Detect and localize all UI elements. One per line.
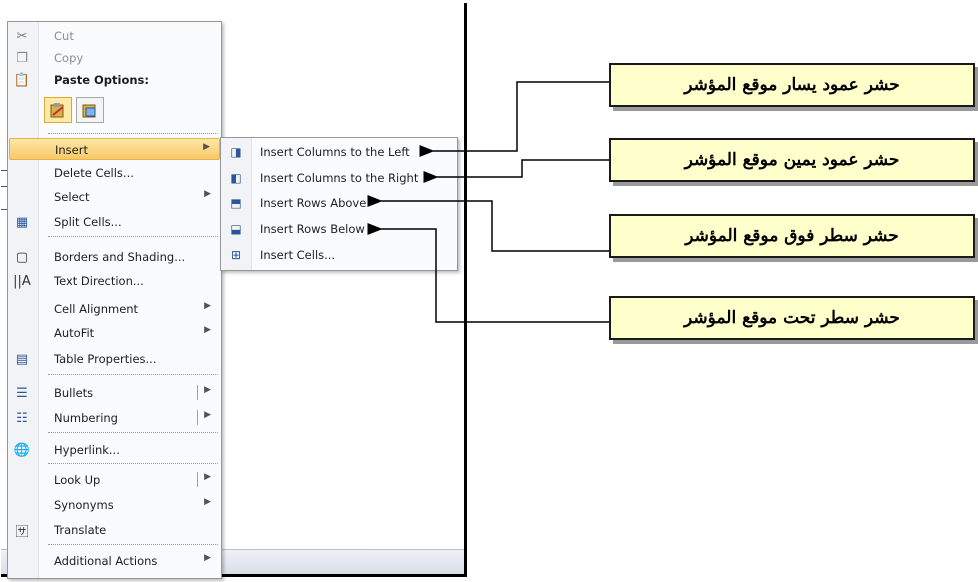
connector-arrow [367, 223, 609, 323]
connector-arrow [423, 159, 609, 183]
callout-insert-row-below: حشر سطر تحت موقع المؤشر [609, 296, 975, 340]
callout-insert-column-right: حشر عمود يمين موقع المؤشر [609, 138, 975, 182]
callout-insert-column-left: حشر عمود يسار موقع المؤشر [609, 63, 975, 107]
callout-insert-row-above: حشر سطر فوق موقع المؤشر [609, 214, 975, 258]
connector-arrow [367, 195, 609, 252]
connector-arrow [419, 81, 609, 157]
